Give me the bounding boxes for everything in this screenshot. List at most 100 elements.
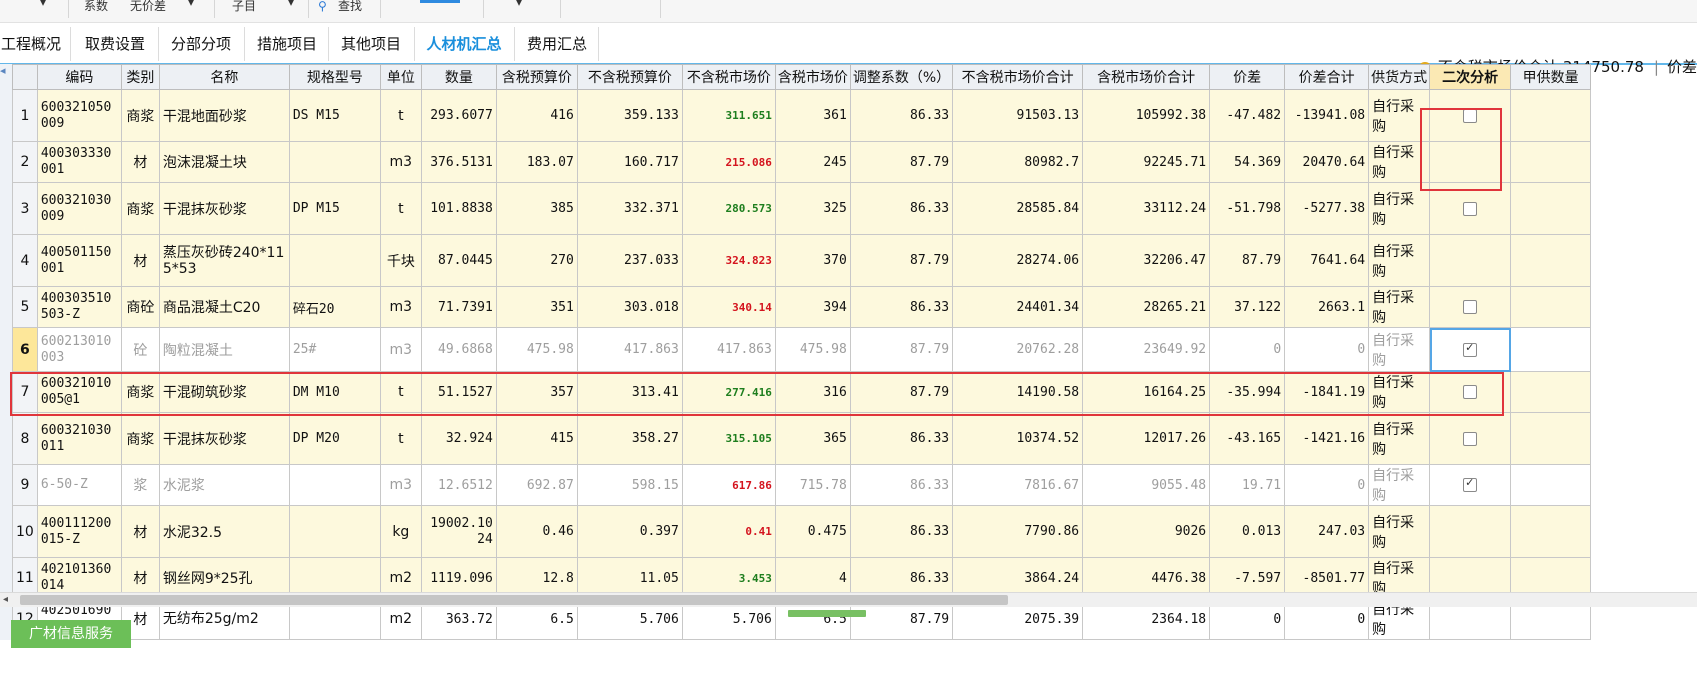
party-a-qty-cell[interactable]	[1510, 234, 1592, 287]
expand-marker-icon[interactable]: ◂	[0, 64, 6, 77]
column-header[interactable]: 供货方式	[1368, 64, 1431, 90]
price-diff-total-cell: 247.03	[1284, 505, 1370, 558]
party-a-qty-cell[interactable]	[1510, 464, 1592, 506]
column-header[interactable]: 名称	[158, 64, 290, 90]
scrollbar-thumb[interactable]	[20, 595, 1008, 605]
party-a-qty-cell[interactable]	[1510, 639, 1592, 640]
second-analysis-cell[interactable]	[1429, 639, 1512, 640]
row-number-cell[interactable]: 2	[12, 141, 38, 183]
coef-label[interactable]: 系数	[84, 0, 108, 14]
second-analysis-cell[interactable]	[1429, 286, 1512, 328]
column-header[interactable]: 价差合计	[1284, 64, 1370, 90]
dropdown-arrow-icon[interactable]: ▾	[40, 0, 46, 10]
second-analysis-checkbox[interactable]	[1463, 108, 1478, 123]
second-analysis-cell[interactable]	[1429, 89, 1512, 142]
second-analysis-checkbox[interactable]	[1463, 431, 1478, 446]
summary-table: 编码 类别 名称 规格型号 单位 数量 含税预算价 不含税预算价 不含税市场价 …	[12, 64, 1592, 640]
tab-divisional-items[interactable]: 分部分项	[162, 29, 240, 59]
sub-item-dropdown[interactable]: 子目	[232, 0, 256, 14]
tab-cost-summary[interactable]: 费用汇总	[518, 29, 596, 59]
dropdown-arrow-icon[interactable]: ▾	[516, 0, 522, 10]
code-cell: 6-50-Z	[36, 464, 122, 506]
party-a-qty-cell[interactable]	[1510, 141, 1592, 183]
table-row[interactable]: 1 600321050009 商浆 干混地面砂浆 DS M15 t 293.6077 416 3…	[12, 89, 1592, 142]
row-number-cell[interactable]: 7	[12, 371, 38, 413]
tab-labor-material-summary[interactable]: 人材机汇总	[416, 29, 512, 59]
table-row[interactable]: 2 400303330001 材泡沫混凝土块 m3 376.5131 183.07 160.…	[12, 141, 1592, 183]
column-header[interactable]: 数量	[420, 64, 497, 90]
row-number-cell[interactable]: 6	[12, 327, 38, 372]
tab-project-overview[interactable]: 工程概况	[0, 29, 62, 59]
table-row[interactable]: 8 600321030011 商浆 干混抹灰砂浆 DP M20 t 32.924 415 358…	[12, 412, 1592, 465]
diff-dropdown[interactable]: 无价差	[130, 0, 166, 14]
party-a-qty-cell[interactable]	[1510, 327, 1592, 372]
row-number-cell[interactable]: 9	[12, 464, 38, 506]
row-number-cell[interactable]: 10	[12, 505, 38, 558]
second-analysis-checkbox[interactable]	[1463, 341, 1478, 357]
tab-fee-setting[interactable]: 取费设置	[76, 29, 154, 59]
column-header[interactable]: 类别	[120, 64, 160, 90]
table-row[interactable]: 134021157101材膨胀螺栓套自行采购	[12, 639, 1592, 640]
second-analysis-cell[interactable]	[1429, 371, 1512, 413]
party-a-qty-cell[interactable]	[1510, 371, 1592, 413]
second-analysis-checkbox[interactable]	[1463, 476, 1478, 492]
row-number-cell[interactable]: 1	[12, 89, 38, 142]
find-button[interactable]: 查找	[338, 0, 362, 14]
column-header[interactable]: 含税市场价合计	[1082, 64, 1211, 90]
table-row[interactable]: 5 400303510503-Z 商砼 商品混凝土C20 碎石20 m3 71.7391 35…	[12, 286, 1592, 328]
tab-measure-items[interactable]: 措施项目	[248, 29, 326, 59]
price-diff-total-cell: 0	[1284, 464, 1370, 506]
column-header[interactable]: 编码	[36, 64, 122, 90]
column-header[interactable]: 调整系数（%）	[849, 64, 954, 90]
horizontal-scrollbar[interactable]: ◂	[0, 592, 1697, 607]
column-header[interactable]: 规格型号	[288, 64, 381, 90]
party-a-qty-cell[interactable]	[1510, 286, 1592, 328]
table-row[interactable]: 3 600321030009 商浆 干混抹灰砂浆 DP M15 t 101.8838 385 3…	[12, 182, 1592, 235]
quantity-cell: 101.8838	[420, 182, 497, 235]
tab-divider	[244, 27, 245, 61]
second-analysis-cell[interactable]	[1429, 412, 1512, 465]
second-analysis-cell[interactable]	[1429, 182, 1512, 235]
price-diff-cell: -35.994	[1209, 371, 1286, 413]
second-analysis-checkbox[interactable]	[1463, 385, 1478, 399]
second-analysis-checkbox[interactable]	[1463, 201, 1478, 216]
binoculars-icon[interactable]: ⚲	[318, 0, 327, 14]
column-header[interactable]: 甲供数量	[1510, 64, 1592, 90]
row-number-cell[interactable]: 4	[12, 234, 38, 287]
party-a-qty-cell[interactable]	[1510, 412, 1592, 465]
row-number-cell[interactable]: 5	[12, 286, 38, 328]
second-analysis-cell[interactable]	[1429, 327, 1512, 372]
table-row[interactable]: 4 400501150001 材蒸压灰砂砖240*115*53 千块 87.0445 27…	[12, 234, 1592, 287]
column-header[interactable]: 不含税市场价	[681, 64, 776, 90]
row-number-cell[interactable]: 3	[12, 182, 38, 235]
party-a-qty-cell[interactable]	[1510, 505, 1592, 558]
scroll-left-icon[interactable]: ◂	[3, 593, 8, 607]
column-header[interactable]: 含税市场价	[774, 64, 851, 90]
column-header-second-analysis[interactable]: 二次分析	[1429, 64, 1512, 90]
panel-splitter-handle[interactable]	[788, 610, 866, 617]
column-header[interactable]: 不含税预算价	[576, 64, 683, 90]
table-row[interactable]: 6 600213010003 砼陶粒混凝土 25# m3 49.6868 475.98 417…	[12, 327, 1592, 372]
second-analysis-cell[interactable]	[1429, 505, 1512, 558]
second-analysis-cell[interactable]	[1429, 141, 1512, 183]
party-a-qty-cell[interactable]	[1510, 89, 1592, 142]
second-analysis-cell[interactable]	[1429, 464, 1512, 506]
row-number-cell[interactable]: 8	[12, 412, 38, 465]
column-header[interactable]: 单位	[379, 64, 422, 90]
name-cell: 干混抹灰砂浆	[158, 412, 290, 465]
column-header[interactable]: 价差	[1209, 64, 1286, 90]
table-row[interactable]: 9 6-50-Z 浆水泥浆 m3 12.6512 692.87 598.15 617.86 71…	[12, 464, 1592, 506]
table-row[interactable]: 10 400111200015-Z 材水泥32.5 kg 19002.1024 0.46 0…	[12, 505, 1592, 558]
second-analysis-cell[interactable]	[1429, 234, 1512, 287]
second-analysis-checkbox[interactable]	[1463, 300, 1478, 314]
material-info-service-tab[interactable]: 广材信息服务	[11, 620, 131, 648]
dropdown-arrow-icon[interactable]: ▾	[288, 0, 294, 10]
column-header[interactable]: 不含税市场价合计	[952, 64, 1084, 90]
column-header[interactable]: 含税预算价	[495, 64, 578, 90]
party-a-qty-cell[interactable]	[1510, 182, 1592, 235]
tab-other-items[interactable]: 其他项目	[332, 29, 410, 59]
price-diff-cell: 0	[1209, 327, 1286, 372]
table-row[interactable]: 7 600321010005@1 商浆 干混砌筑砂浆 DM M10 t 51.1527 357…	[12, 371, 1592, 413]
dropdown-arrow-icon[interactable]: ▾	[188, 0, 194, 10]
unit-cell: m3	[379, 464, 422, 506]
